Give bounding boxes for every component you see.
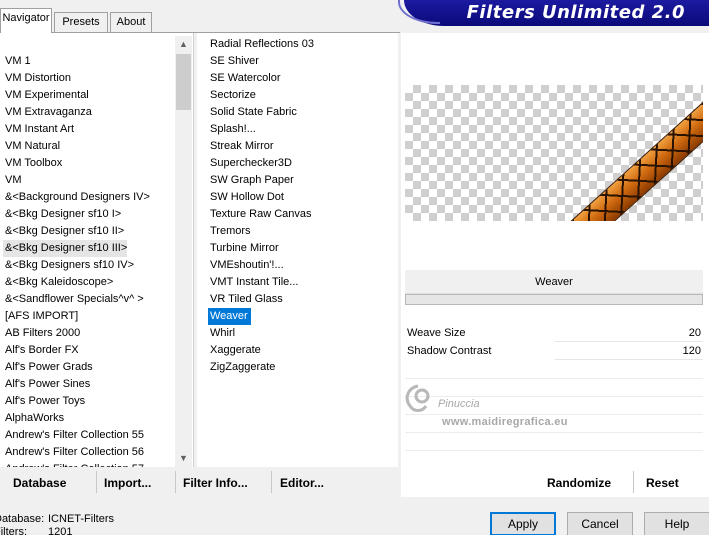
category-list-item[interactable]: AB Filters 2000 xyxy=(3,325,80,342)
filters-label: Filters: xyxy=(0,526,27,535)
filter-list-item[interactable]: Sectorize xyxy=(208,87,256,104)
preview-image xyxy=(405,85,703,221)
category-list-item[interactable]: &<Sandflower Specials^v^ > xyxy=(3,291,144,308)
scroll-thumb[interactable] xyxy=(176,54,191,110)
filter-list-item[interactable]: Texture Raw Canvas xyxy=(208,206,312,223)
category-list-item[interactable]: Andrew's Filter Collection 56 xyxy=(3,444,144,461)
filter-info-button[interactable]: Filter Info... xyxy=(183,475,248,491)
filter-list-item[interactable]: VMT Instant Tile... xyxy=(208,274,298,291)
category-list-item[interactable]: VM Toolbox xyxy=(3,155,62,172)
param-row-shadow-contrast[interactable]: Shadow Contrast 120 xyxy=(405,343,703,360)
filter-list-item[interactable]: SW Hollow Dot xyxy=(208,189,284,206)
category-list-item[interactable]: VM Distortion xyxy=(3,70,71,87)
param-label: Weave Size xyxy=(407,327,466,339)
scroll-up-arrow-icon[interactable]: ▲ xyxy=(175,36,192,53)
category-list-item[interactable]: &<Bkg Kaleidoscope> xyxy=(3,274,113,291)
category-list-item[interactable]: AlphaWorks xyxy=(3,410,64,427)
header-banner: Filters Unlimited 2.0 xyxy=(398,0,709,26)
category-list-panel: VM 1 VM Distortion VM Experimental VM Extra… xyxy=(0,33,194,475)
category-list-item[interactable]: Alf's Power Grads xyxy=(3,359,93,376)
preview-band-right xyxy=(555,87,703,221)
tab-navigator[interactable]: Navigator xyxy=(0,8,52,33)
filter-list-item[interactable]: Xaggerate xyxy=(208,342,261,359)
filter-list-item[interactable]: SW Graph Paper xyxy=(208,172,294,189)
filter-progress-bar xyxy=(405,294,703,305)
randomize-button[interactable]: Randomize xyxy=(547,475,611,491)
category-scrollbar[interactable]: ▲ ▼ xyxy=(175,36,192,467)
watermark-site: www.maidiregrafica.eu xyxy=(442,416,568,428)
filter-list-item[interactable]: Solid State Fabric xyxy=(208,104,297,121)
import-button[interactable]: Import... xyxy=(104,475,151,491)
filter-list-item[interactable]: Turbine Mirror xyxy=(208,240,279,257)
category-list-item[interactable]: &<Background Designers IV> xyxy=(3,189,150,206)
editor-button[interactable]: Editor... xyxy=(280,475,324,491)
database-label: Database: xyxy=(0,513,45,525)
filter-list-item[interactable]: Superchecker3D xyxy=(208,155,292,172)
category-list-item[interactable]: &<Bkg Designers sf10 IV> xyxy=(3,257,134,274)
param-value[interactable]: 120 xyxy=(683,343,701,360)
category-list-item[interactable]: VM xyxy=(3,172,22,189)
tab-about[interactable]: About xyxy=(110,12,152,32)
filter-list-panel: Radial Reflections 03 SE Shiver SE Waterco… xyxy=(197,33,398,467)
watermark-name: Pinuccia xyxy=(438,398,480,410)
scroll-down-arrow-icon[interactable]: ▼ xyxy=(175,450,192,467)
category-list-item[interactable]: VM Natural xyxy=(3,138,60,155)
filter-list-item[interactable]: SE Shiver xyxy=(208,53,259,70)
category-list-item[interactable]: Alf's Power Toys xyxy=(3,393,85,410)
param-row-weave-size[interactable]: Weave Size 20 xyxy=(405,325,703,342)
category-list-item[interactable]: Andrew's Filter Collection 55 xyxy=(3,427,144,444)
category-list-item[interactable]: VM Instant Art xyxy=(3,121,74,138)
category-list-item[interactable]: VM Extravaganza xyxy=(3,104,92,121)
tab-presets[interactable]: Presets xyxy=(54,12,108,32)
database-value: ICNET-Filters xyxy=(48,513,114,525)
app-title: Filters Unlimited 2.0 xyxy=(466,2,685,23)
param-label: Shadow Contrast xyxy=(407,345,492,357)
tab-strip: Navigator Presets About xyxy=(0,0,400,33)
filter-list-item[interactable]: Streak Mirror xyxy=(208,138,274,155)
selected-filter-title: Weaver xyxy=(405,270,703,294)
filter-list-item[interactable]: VR Tiled Glass xyxy=(208,291,283,308)
filter-list-item[interactable]: Whirl xyxy=(208,325,235,342)
filter-list-item[interactable]: Tremors xyxy=(208,223,251,240)
filter-list-item[interactable]: Radial Reflections 03 xyxy=(208,36,314,53)
category-list-item[interactable]: Alf's Border FX xyxy=(3,342,79,359)
watermark: Pinuccia www.maidiregrafica.eu xyxy=(398,378,618,438)
status-area: Database: ICNET-Filters Filters: 1201 xyxy=(0,509,160,535)
filter-list-item[interactable]: ZigZaggerate xyxy=(208,359,275,376)
right-toolbar: Randomize Reset xyxy=(401,467,709,497)
reset-button[interactable]: Reset xyxy=(646,475,679,491)
watermark-logo-icon xyxy=(405,384,430,412)
category-list-item[interactable]: &<Bkg Designer sf10 II> xyxy=(3,223,124,240)
category-list-item[interactable]: &<Bkg Designer sf10 I> xyxy=(3,206,121,223)
category-list-item[interactable]: [AFS IMPORT] xyxy=(3,308,78,325)
category-list-item[interactable]: Alf's Power Sines xyxy=(3,376,90,393)
filter-list-item[interactable]: Splash!... xyxy=(208,121,256,138)
help-button[interactable]: Help xyxy=(644,512,709,535)
category-list-item[interactable]: &<Bkg Designer sf10 III> xyxy=(3,240,127,257)
cancel-button[interactable]: Cancel xyxy=(567,512,633,535)
filters-count: 1201 xyxy=(48,526,73,535)
category-list-item[interactable]: VM Experimental xyxy=(3,87,89,104)
category-list-item[interactable]: VM 1 xyxy=(3,53,31,70)
param-value[interactable]: 20 xyxy=(689,325,701,342)
filter-list-item[interactable]: SE Watercolor xyxy=(208,70,281,87)
apply-button[interactable]: Apply xyxy=(490,512,556,535)
database-button[interactable]: Database xyxy=(13,475,66,491)
preview-band-left xyxy=(405,195,524,221)
filter-list-item[interactable]: VMEshoutin'!... xyxy=(208,257,284,274)
filter-list-item[interactable]: Weaver xyxy=(208,308,251,325)
